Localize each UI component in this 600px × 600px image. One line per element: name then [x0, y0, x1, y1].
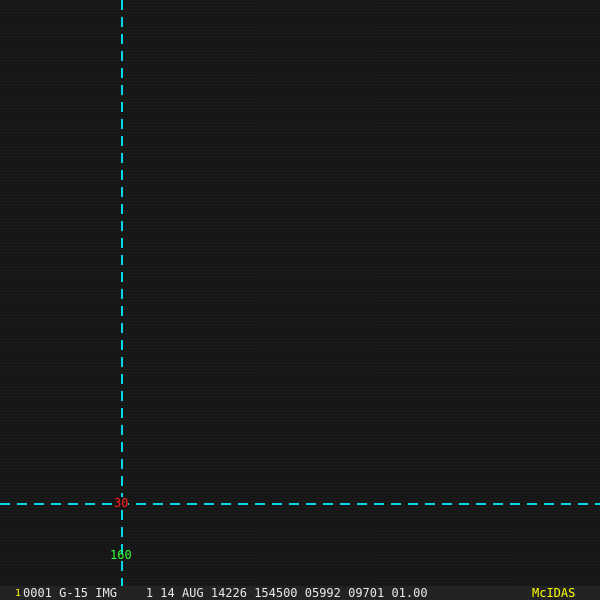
longitude-label: 160: [110, 548, 132, 562]
mcidas-display: 30 160 1 0001 G-15 IMG 1 14 AUG 14226 154…: [0, 0, 600, 600]
mcidas-brand: McIDAS: [532, 586, 576, 600]
latitude-grid-line: [0, 503, 600, 505]
status-bar: 1 0001 G-15 IMG 1 14 AUG 14226 154500 059…: [0, 586, 600, 600]
latitude-label: 30: [114, 496, 129, 510]
frame-number: 1: [15, 588, 22, 599]
image-info: 0001 G-15 IMG 1 14 AUG 14226 154500 0599…: [23, 586, 428, 600]
satellite-image[interactable]: [0, 0, 600, 586]
